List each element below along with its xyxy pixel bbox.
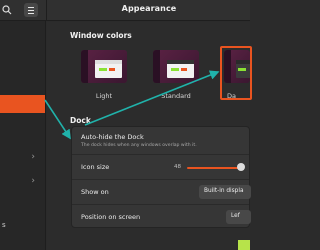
autohide-description: The dock hides when any windows overlap … bbox=[81, 143, 197, 148]
theme-label-standard: Standard bbox=[161, 92, 191, 100]
position-row: Position on screen Lef bbox=[72, 204, 251, 229]
hamburger-menu-icon[interactable] bbox=[24, 3, 38, 17]
sidebar-item-label: s bbox=[2, 221, 6, 229]
sidebar-item-partial[interactable]: s bbox=[0, 217, 45, 235]
position-dropdown[interactable]: Lef bbox=[226, 210, 251, 224]
show-on-dropdown[interactable]: Built-in displa bbox=[199, 185, 251, 199]
slider-handle[interactable] bbox=[237, 163, 245, 171]
show-on-label: Show on bbox=[81, 188, 109, 196]
autohide-label: Auto-hide the Dock bbox=[81, 133, 144, 141]
dock-heading: Dock bbox=[70, 116, 91, 125]
theme-label-light: Light bbox=[95, 92, 113, 100]
header-bar: Appearance bbox=[46, 0, 250, 21]
sidebar-item-expandable-2[interactable]: › bbox=[0, 173, 45, 191]
theme-option-standard[interactable] bbox=[153, 50, 199, 83]
chevron-right-icon: › bbox=[31, 176, 35, 186]
icon-size-value: 48 bbox=[174, 164, 181, 170]
window-colors-heading: Window colors bbox=[70, 31, 132, 40]
page-title: Appearance bbox=[121, 4, 177, 13]
chevron-right-icon: › bbox=[31, 152, 35, 162]
icon-size-label: Icon size bbox=[81, 163, 110, 171]
icon-size-row: Icon size 48 bbox=[72, 154, 249, 179]
sidebar-item-appearance[interactable] bbox=[0, 95, 45, 113]
badge-icon bbox=[238, 240, 250, 250]
show-on-row: Show on Built-in displa bbox=[72, 179, 251, 204]
sidebar-header bbox=[0, 0, 46, 21]
sidebar: › › s bbox=[0, 21, 46, 250]
highlight-box bbox=[220, 46, 252, 100]
dock-settings-list: Auto-hide the Dock The dock hides when a… bbox=[71, 126, 251, 229]
icon-size-slider[interactable] bbox=[187, 167, 242, 169]
search-icon[interactable] bbox=[0, 3, 14, 17]
autohide-row[interactable]: Auto-hide the Dock The dock hides when a… bbox=[72, 127, 249, 154]
position-label: Position on screen bbox=[81, 213, 141, 221]
theme-option-light[interactable] bbox=[81, 50, 127, 83]
sidebar-item-expandable-1[interactable]: › bbox=[0, 149, 45, 167]
